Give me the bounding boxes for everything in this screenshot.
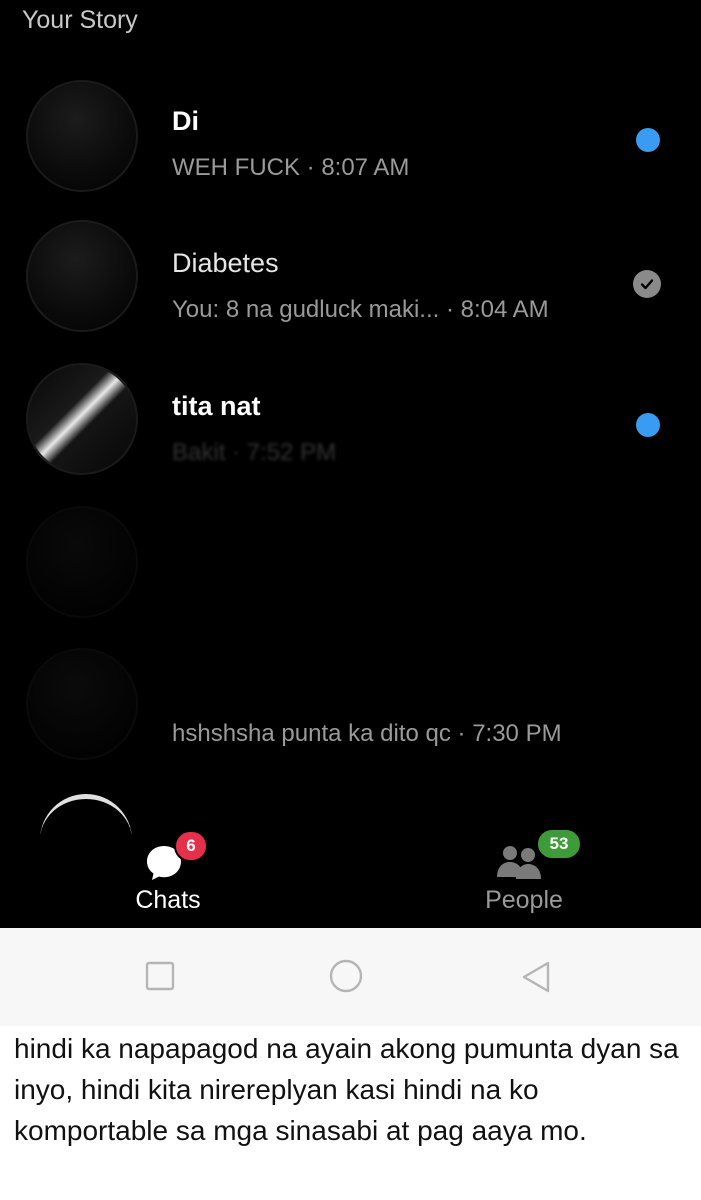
back-triangle-icon[interactable] [520,960,552,994]
chat-preview: You: 8 na gudluck maki... · 8:04 AM [172,296,549,323]
avatar [26,506,138,618]
chat-preview: hshshsha punta ka dito qc · 7:30 PM [172,720,562,747]
chat-name: Di [172,106,199,136]
seen-check-icon [633,270,661,298]
post-caption: hindi ka napapagod na ayain akong pumunt… [14,1033,679,1146]
chat-row[interactable]: Di WEH FUCK · 8:07 AM [0,70,701,210]
bottom-tab-bar: 6 Chats 53 People [0,820,701,928]
chat-preview: WEH FUCK · 8:07 AM [172,154,410,181]
chat-row[interactable]: hshshsha punta ka dito qc · 7:30 PM [0,640,701,780]
unread-dot-icon [636,413,660,437]
avatar [26,648,138,760]
chat-row[interactable]: Diabetes You: 8 na gudluck maki... · 8:0… [0,212,701,352]
system-navigation-bar [0,928,701,1026]
chat-name: tita nat [172,391,261,421]
messenger-screen: Your Story Di WEH FUCK · 8:07 AM Diabete… [0,0,701,928]
avatar [26,80,138,192]
your-story-label[interactable]: Your Story [22,6,138,35]
tab-people[interactable]: 53 People [444,820,604,928]
chat-name: Diabetes [172,248,279,278]
chat-row[interactable]: tita nat Bakit · 7:52 PM [0,355,701,495]
stories-strip[interactable]: Your Story [0,0,701,48]
tab-chats[interactable]: 6 Chats [88,820,248,928]
unread-dot-icon [636,128,660,152]
recents-square-icon[interactable] [144,960,176,992]
home-circle-icon[interactable] [328,958,364,994]
chat-preview: Bakit · 7:52 PM [172,439,337,466]
chat-row[interactable] [0,498,701,638]
chats-badge: 6 [174,830,208,862]
avatar [26,220,138,332]
avatar [26,363,138,475]
tab-label: Chats [135,886,201,914]
people-badge: 53 [536,828,582,860]
tab-label: People [485,886,563,914]
